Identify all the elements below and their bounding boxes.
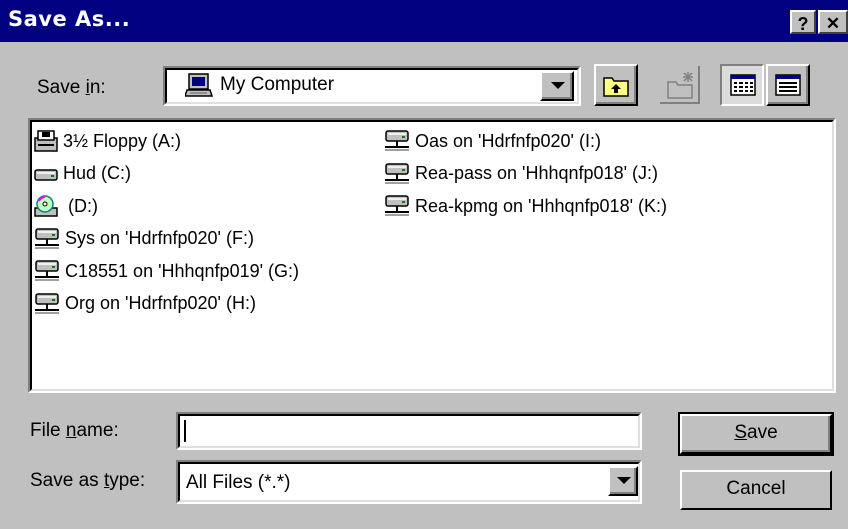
network-drive-icon	[384, 130, 413, 152]
file-list-item-label: Oas on 'Hdrfnfp020' (I:)	[415, 130, 601, 151]
cancel-button[interactable]: Cancel	[680, 470, 832, 510]
cd-drive-icon	[34, 195, 61, 217]
file-list-item-label: Rea-pass on 'Hhhqnfp018' (J:)	[415, 163, 659, 183]
file-name-label: File name:	[30, 420, 119, 441]
file-list-item[interactable]: Rea-pass on 'Hhhqnfp018' (J:)	[384, 161, 658, 187]
network-drive-icon	[384, 195, 413, 217]
file-list-item-label: 3½ Floppy (A:)	[63, 130, 182, 151]
file-list-item[interactable]: Sys on 'Hdrfnfp020' (F:)	[34, 226, 254, 252]
file-list-item[interactable]: Rea-kpmg on 'Hhhqnfp018' (K:)	[384, 193, 667, 219]
help-button[interactable]: ?	[790, 10, 816, 34]
file-list-item-label: C18551 on 'Hhhqnfp019' (G:)	[65, 260, 300, 281]
file-list-item[interactable]: Hud (C:)	[34, 161, 131, 187]
details-view-icon	[775, 74, 801, 96]
file-list-item[interactable]: (D:)	[34, 193, 98, 219]
list-view-icon	[730, 74, 756, 96]
file-list-item-label: Org on 'Hdrfnfp020' (H:)	[65, 293, 256, 313]
floppy-drive-icon	[34, 130, 61, 152]
file-list-item[interactable]: C18551 on 'Hhhqnfp019' (G:)	[34, 258, 299, 284]
file-list-item[interactable]: Oas on 'Hdrfnfp020' (I:)	[384, 128, 601, 154]
text-cursor	[184, 420, 186, 442]
save-in-value: My Computer	[220, 74, 335, 95]
folder-up-icon	[603, 77, 629, 97]
save-as-type-dropdown-button[interactable]	[608, 466, 638, 496]
create-new-folder-button[interactable]	[658, 64, 702, 106]
network-drive-icon	[34, 227, 63, 250]
hard-drive-icon	[34, 165, 61, 183]
save-as-type-combo[interactable]: All Files (*.*)	[176, 460, 642, 504]
file-list-item[interactable]: Org on 'Hdrfnfp020' (H:)	[34, 291, 256, 317]
my-computer-icon	[185, 73, 213, 97]
save-button[interactable]: Save	[678, 412, 834, 456]
network-drive-icon	[34, 260, 63, 282]
up-one-level-button[interactable]	[594, 64, 638, 106]
new-folder-icon	[667, 72, 693, 99]
file-list-item-label: Rea-kpmg on 'Hhhqnfp018' (K:)	[415, 195, 668, 216]
save-as-type-label: Save as type:	[30, 470, 146, 491]
save-as-type-value: All Files (*.*)	[186, 472, 291, 493]
file-list[interactable]: 3½ Floppy (A:) Hud (C:) (D:) Sys on 'Hdrfn…	[28, 118, 836, 393]
close-button[interactable]: ✕	[818, 10, 848, 34]
title-bar[interactable]: Save As... ? ✕	[0, 0, 848, 42]
save-as-dialog: Save As... ? ✕ Save in: My Computer 3½ F…	[0, 0, 848, 529]
chevron-down-icon	[551, 82, 565, 89]
list-view-button[interactable]	[720, 64, 764, 106]
save-in-dropdown-button[interactable]	[540, 71, 574, 101]
save-in-combo[interactable]: My Computer	[163, 66, 581, 106]
details-view-button[interactable]	[766, 64, 810, 106]
network-drive-icon	[34, 292, 63, 315]
file-list-item-label: Hud (C:)	[63, 163, 132, 183]
file-list-item[interactable]: 3½ Floppy (A:)	[34, 128, 181, 154]
network-drive-icon	[384, 162, 413, 185]
file-list-item-label: (D:)	[63, 195, 98, 216]
file-list-item-label: Sys on 'Hdrfnfp020' (F:)	[65, 228, 254, 248]
file-name-input[interactable]	[176, 412, 642, 450]
chevron-down-icon	[617, 477, 631, 484]
save-in-label: Save in:	[37, 77, 106, 98]
window-title: Save As...	[8, 7, 131, 31]
